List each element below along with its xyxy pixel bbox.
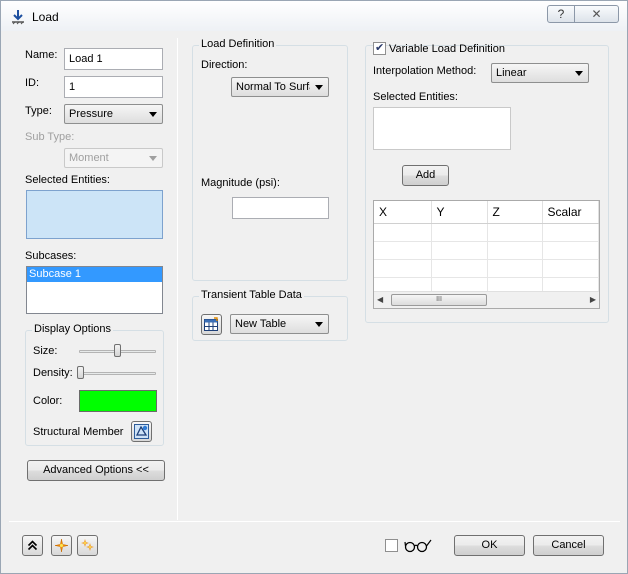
table-row	[374, 259, 599, 278]
table-cell[interactable]	[374, 259, 432, 278]
transient-table-dropdown[interactable]: New Table	[230, 314, 329, 334]
horizontal-scrollbar[interactable]: ◀ III ▶	[374, 291, 599, 308]
density-slider-track[interactable]	[79, 372, 156, 375]
display-options-title: Display Options	[32, 323, 114, 335]
direction-value: Normal To Surfa	[236, 81, 310, 93]
subcases-label: Subcases:	[25, 250, 77, 262]
column-header-x[interactable]: X	[374, 201, 432, 224]
load-icon	[12, 10, 24, 25]
variable-data-table[interactable]: X Y Z Scalar ◀ III ▶	[373, 200, 600, 309]
interpolation-value: Linear	[496, 67, 527, 79]
magnitude-field[interactable]	[232, 197, 329, 219]
title-bar: Load ? ✕	[1, 1, 627, 31]
scroll-right-icon[interactable]: ▶	[590, 295, 596, 304]
subtype-value: Moment	[69, 152, 109, 164]
list-item[interactable]: Subcase 1	[27, 267, 162, 282]
subtype-label: Sub Type:	[25, 131, 75, 143]
load-dialog: Load ? ✕ Name: Load 1 ID: 1 Type: Pressu…	[0, 0, 628, 574]
table-cell[interactable]	[542, 223, 599, 242]
table-editor-button[interactable]	[201, 314, 222, 335]
variable-data-grid: X Y Z Scalar	[374, 201, 599, 296]
table-cell[interactable]	[487, 241, 543, 260]
table-cell[interactable]	[487, 223, 543, 242]
type-value: Pressure	[69, 108, 114, 120]
table-cell[interactable]	[374, 241, 432, 260]
scrollbar-thumb[interactable]: III	[391, 294, 487, 306]
type-label: Type:	[25, 105, 52, 117]
density-slider-thumb[interactable]	[77, 366, 84, 379]
footer-divider	[9, 521, 620, 522]
type-dropdown[interactable]: Pressure	[64, 104, 163, 124]
id-label: ID:	[25, 77, 40, 89]
color-label: Color:	[33, 395, 63, 407]
table-cell[interactable]	[542, 259, 599, 278]
glasses-icon	[404, 539, 432, 553]
load-definition-title: Load Definition	[199, 38, 277, 50]
size-label: Size:	[33, 345, 58, 357]
scroll-left-icon[interactable]: ◀	[377, 295, 383, 304]
magnitude-label: Magnitude (psi):	[201, 177, 280, 189]
name-label: Name:	[25, 49, 58, 61]
selected-entities-box[interactable]	[26, 190, 163, 239]
chevron-down-icon	[575, 71, 583, 76]
multi-sparkle-icon	[81, 539, 94, 551]
dialog-body: Name: Load 1 ID: 1 Type: Pressure Sub Ty…	[9, 32, 620, 568]
table-row	[374, 223, 599, 242]
chevron-down-icon	[315, 85, 323, 90]
window-title: Load	[32, 10, 59, 24]
chevron-down-icon	[149, 156, 157, 161]
sparkle-icon	[54, 538, 69, 553]
table-cell[interactable]	[374, 223, 432, 242]
chevron-down-icon	[149, 112, 157, 117]
preview-checkbox[interactable]	[385, 539, 398, 552]
column-header-y[interactable]: Y	[431, 201, 488, 224]
table-cell[interactable]	[431, 259, 488, 278]
checkmark-icon: ✔	[375, 42, 385, 54]
direction-dropdown[interactable]: Normal To Surfa	[231, 77, 329, 97]
color-swatch[interactable]	[79, 390, 157, 412]
variable-selected-entities-label: Selected Entities:	[373, 91, 458, 103]
structural-member-icon	[134, 424, 149, 439]
help-button[interactable]: ?	[547, 5, 575, 23]
transient-table-title: Transient Table Data	[199, 289, 304, 301]
structural-member-label: Structural Member	[33, 426, 124, 438]
variable-load-label: Variable Load Definition	[389, 43, 505, 55]
column-header-z[interactable]: Z	[487, 201, 543, 224]
variable-load-checkbox[interactable]: ✔	[373, 42, 386, 55]
add-button[interactable]: Add	[402, 165, 449, 186]
size-slider-thumb[interactable]	[114, 344, 121, 357]
variable-selected-entities-box[interactable]	[373, 107, 511, 150]
table-cell[interactable]	[542, 241, 599, 260]
ok-button[interactable]: OK	[454, 535, 525, 556]
double-chevron-up-icon	[27, 540, 38, 551]
table-icon	[204, 317, 218, 331]
density-label: Density:	[33, 367, 73, 379]
interpolation-dropdown[interactable]: Linear	[491, 63, 589, 83]
interpolation-label: Interpolation Method:	[373, 65, 477, 77]
name-field[interactable]: Load 1	[64, 48, 163, 70]
table-cell[interactable]	[431, 241, 488, 260]
table-row	[374, 241, 599, 260]
vertical-divider	[177, 38, 178, 520]
table-cell[interactable]	[487, 259, 543, 278]
table-cell[interactable]	[431, 223, 488, 242]
column-header-scalar[interactable]: Scalar	[542, 201, 599, 224]
collapse-button[interactable]	[22, 535, 43, 556]
structural-member-button[interactable]	[131, 421, 152, 442]
subcases-list[interactable]: Subcase 1	[26, 266, 163, 314]
table-header-row: X Y Z Scalar	[374, 201, 599, 224]
transient-table-value: New Table	[235, 318, 287, 330]
direction-label: Direction:	[201, 59, 248, 71]
chevron-down-icon	[315, 322, 323, 327]
selected-entities-label: Selected Entities:	[25, 174, 110, 186]
new-multiple-loads-button[interactable]	[77, 535, 98, 556]
new-load-button[interactable]	[51, 535, 72, 556]
advanced-options-button[interactable]: Advanced Options <<	[27, 460, 165, 481]
cancel-button[interactable]: Cancel	[533, 535, 604, 556]
id-field[interactable]: 1	[64, 76, 163, 98]
close-button[interactable]: ✕	[575, 5, 619, 23]
subtype-dropdown[interactable]: Moment	[64, 148, 163, 168]
